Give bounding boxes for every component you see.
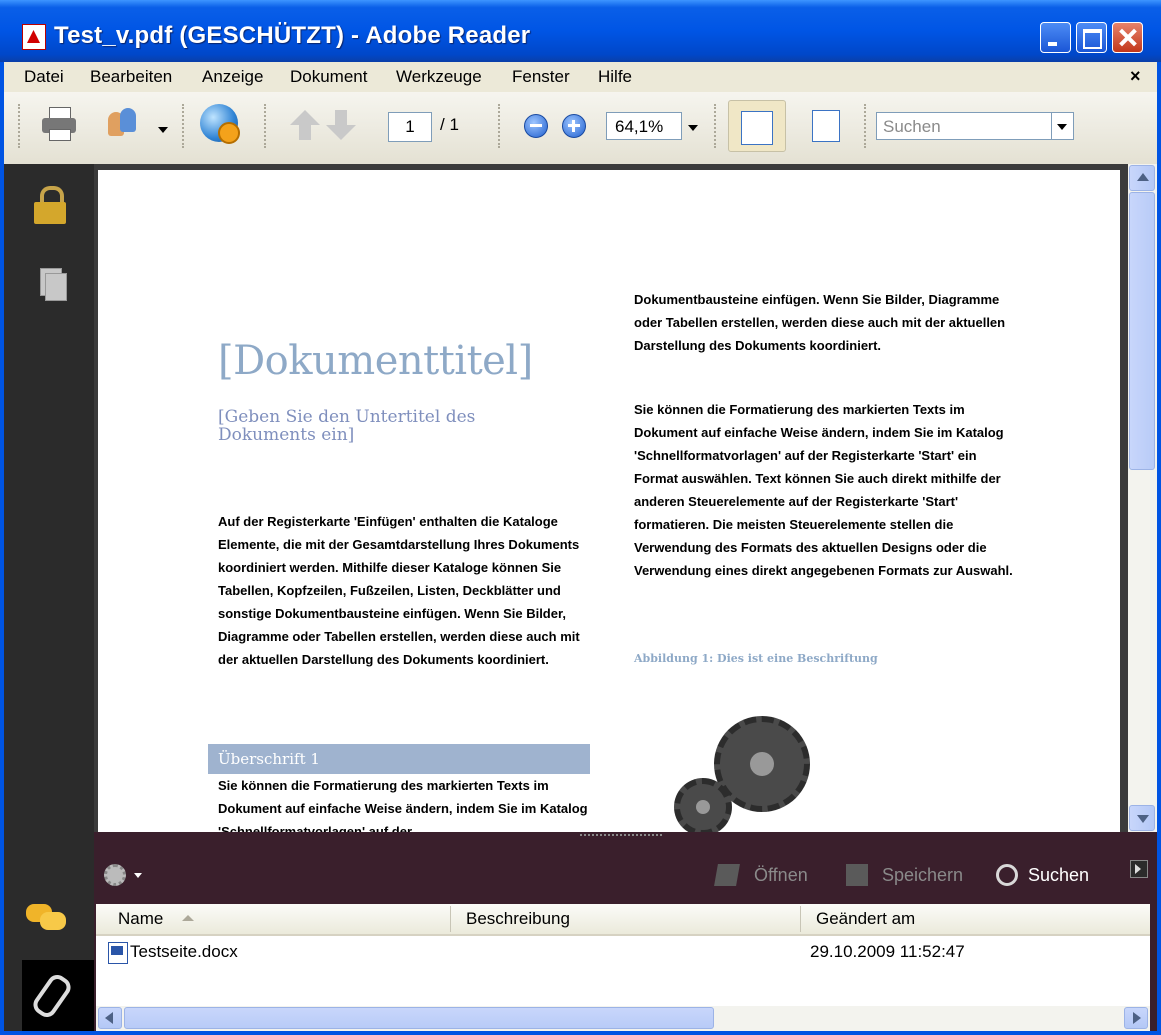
page-number-input[interactable]: 1 xyxy=(388,112,432,142)
zoom-dropdown-icon[interactable] xyxy=(688,125,698,131)
page-total: / 1 xyxy=(440,115,459,134)
menu-bearbeiten[interactable]: Bearbeiten xyxy=(90,67,172,87)
collapse-panel-button[interactable] xyxy=(1130,860,1148,878)
column-separator[interactable] xyxy=(450,906,451,932)
next-page-icon[interactable] xyxy=(326,110,356,140)
search-input[interactable]: Suchen xyxy=(876,112,1052,140)
toolbar-grip[interactable] xyxy=(714,104,719,148)
document-title: [Dokumenttitel] xyxy=(218,338,533,384)
secure-globe-icon[interactable] xyxy=(200,104,240,144)
navigation-pane xyxy=(4,164,94,1031)
close-window-button[interactable] xyxy=(1112,22,1143,53)
scroll-thumb[interactable] xyxy=(124,1007,714,1029)
body-paragraph: Dokumentbausteine einfügen. Wenn Sie Bil… xyxy=(634,292,1006,353)
comments-icon[interactable] xyxy=(26,904,72,932)
lock-icon[interactable] xyxy=(34,186,66,224)
attachment-modified: 29.10.2009 11:52:47 xyxy=(810,942,965,961)
document-subtitle: [Geben Sie den Untertitel des Dokuments … xyxy=(218,407,476,445)
search-attachments-button[interactable]: Suchen xyxy=(1028,865,1089,886)
search-dropdown-button[interactable] xyxy=(1052,112,1074,140)
word-document-icon xyxy=(108,942,128,964)
previous-page-icon[interactable] xyxy=(290,110,320,140)
fit-width-icon[interactable] xyxy=(728,100,786,152)
menu-anzeige[interactable]: Anzeige xyxy=(202,67,263,87)
open-attachment-icon xyxy=(714,864,740,886)
body-paragraph: Sie können die Formatierung des markiert… xyxy=(634,402,1013,578)
gear-icon[interactable] xyxy=(104,864,126,886)
adobe-reader-window: Test_v.pdf (GESCHÜTZT) - Adobe Reader Da… xyxy=(0,0,1161,1035)
scroll-left-button[interactable] xyxy=(98,1007,122,1029)
sort-ascending-icon xyxy=(182,915,194,921)
column-header-modified[interactable]: Geändert am xyxy=(816,909,915,929)
chevron-down-icon xyxy=(1057,124,1067,130)
gear-dropdown-icon[interactable] xyxy=(134,873,142,878)
menu-dokument[interactable]: Dokument xyxy=(290,67,367,87)
toolbar-grip[interactable] xyxy=(864,104,869,148)
scroll-down-button[interactable] xyxy=(1129,805,1155,831)
search-attachments-icon xyxy=(996,864,1018,886)
attachments-list: Name Beschreibung Geändert am Testseite.… xyxy=(96,904,1150,1031)
body-paragraph: Auf der Registerkarte 'Einfügen' enthalt… xyxy=(218,514,580,667)
minimize-button[interactable] xyxy=(1040,22,1071,53)
scroll-up-button[interactable] xyxy=(1129,165,1155,191)
column-header-name[interactable]: Name xyxy=(118,909,163,929)
menu-werkzeuge[interactable]: Werkzeuge xyxy=(396,67,482,87)
pages-icon[interactable] xyxy=(40,268,67,301)
attachments-panel: Öffnen Speichern Suchen Name Beschreibun… xyxy=(94,832,1157,1031)
toolbar-grip[interactable] xyxy=(498,104,503,148)
attachments-tab[interactable] xyxy=(22,960,94,1031)
horizontal-scrollbar[interactable] xyxy=(96,1006,1150,1031)
zoom-level-input[interactable]: 64,1% xyxy=(606,112,682,140)
collaborate-dropdown-icon[interactable] xyxy=(158,127,168,133)
heading-1: Überschrift 1 xyxy=(208,744,590,774)
save-attachment-icon xyxy=(846,864,868,886)
zoom-out-icon[interactable] xyxy=(524,114,548,138)
column-header-description[interactable]: Beschreibung xyxy=(466,909,570,929)
body-paragraph: Sie können die Formatierung des markiert… xyxy=(218,778,588,832)
title-bar[interactable]: Test_v.pdf (GESCHÜTZT) - Adobe Reader xyxy=(0,0,1161,62)
pdf-app-icon xyxy=(22,24,46,50)
fit-page-icon[interactable] xyxy=(812,110,840,142)
toolbar-grip[interactable] xyxy=(18,104,23,148)
menu-fenster[interactable]: Fenster xyxy=(512,67,570,87)
list-header: Name Beschreibung Geändert am xyxy=(96,904,1150,936)
printer-icon[interactable] xyxy=(42,107,76,141)
toolbar-grip[interactable] xyxy=(264,104,269,148)
document-view[interactable]: [Dokumenttitel] [Geben Sie den Untertite… xyxy=(94,164,1128,832)
menu-datei[interactable]: Datei xyxy=(24,67,64,87)
toolbar-grip[interactable] xyxy=(182,104,187,148)
save-attachment-button[interactable]: Speichern xyxy=(882,865,963,886)
vertical-scrollbar[interactable] xyxy=(1128,164,1157,832)
toolbar: 1 / 1 64,1% Suchen xyxy=(4,92,1157,165)
table-row[interactable]: Testseite.docx 29.10.2009 11:52:47 xyxy=(96,936,1150,966)
gears-image xyxy=(674,716,824,832)
menu-hilfe[interactable]: Hilfe xyxy=(598,67,632,87)
scroll-thumb[interactable] xyxy=(1129,192,1155,470)
close-document-icon[interactable]: × xyxy=(1130,66,1141,87)
window-title: Test_v.pdf (GESCHÜTZT) - Adobe Reader xyxy=(54,22,531,49)
paperclip-icon xyxy=(29,971,75,1021)
menu-bar: Datei Bearbeiten Anzeige Dokument Werkze… xyxy=(4,62,1157,92)
attachment-name: Testseite.docx xyxy=(130,942,238,961)
pdf-page: [Dokumenttitel] [Geben Sie den Untertite… xyxy=(98,170,1120,832)
figure-caption: Abbildung 1: Dies ist eine Beschriftung xyxy=(634,652,878,665)
maximize-button[interactable] xyxy=(1076,22,1107,53)
column-separator[interactable] xyxy=(800,906,801,932)
zoom-in-icon[interactable] xyxy=(562,114,586,138)
panel-splitter[interactable] xyxy=(580,834,662,842)
collaborate-icon[interactable] xyxy=(106,106,140,140)
open-attachment-button[interactable]: Öffnen xyxy=(754,865,808,886)
scroll-right-button[interactable] xyxy=(1124,1007,1148,1029)
